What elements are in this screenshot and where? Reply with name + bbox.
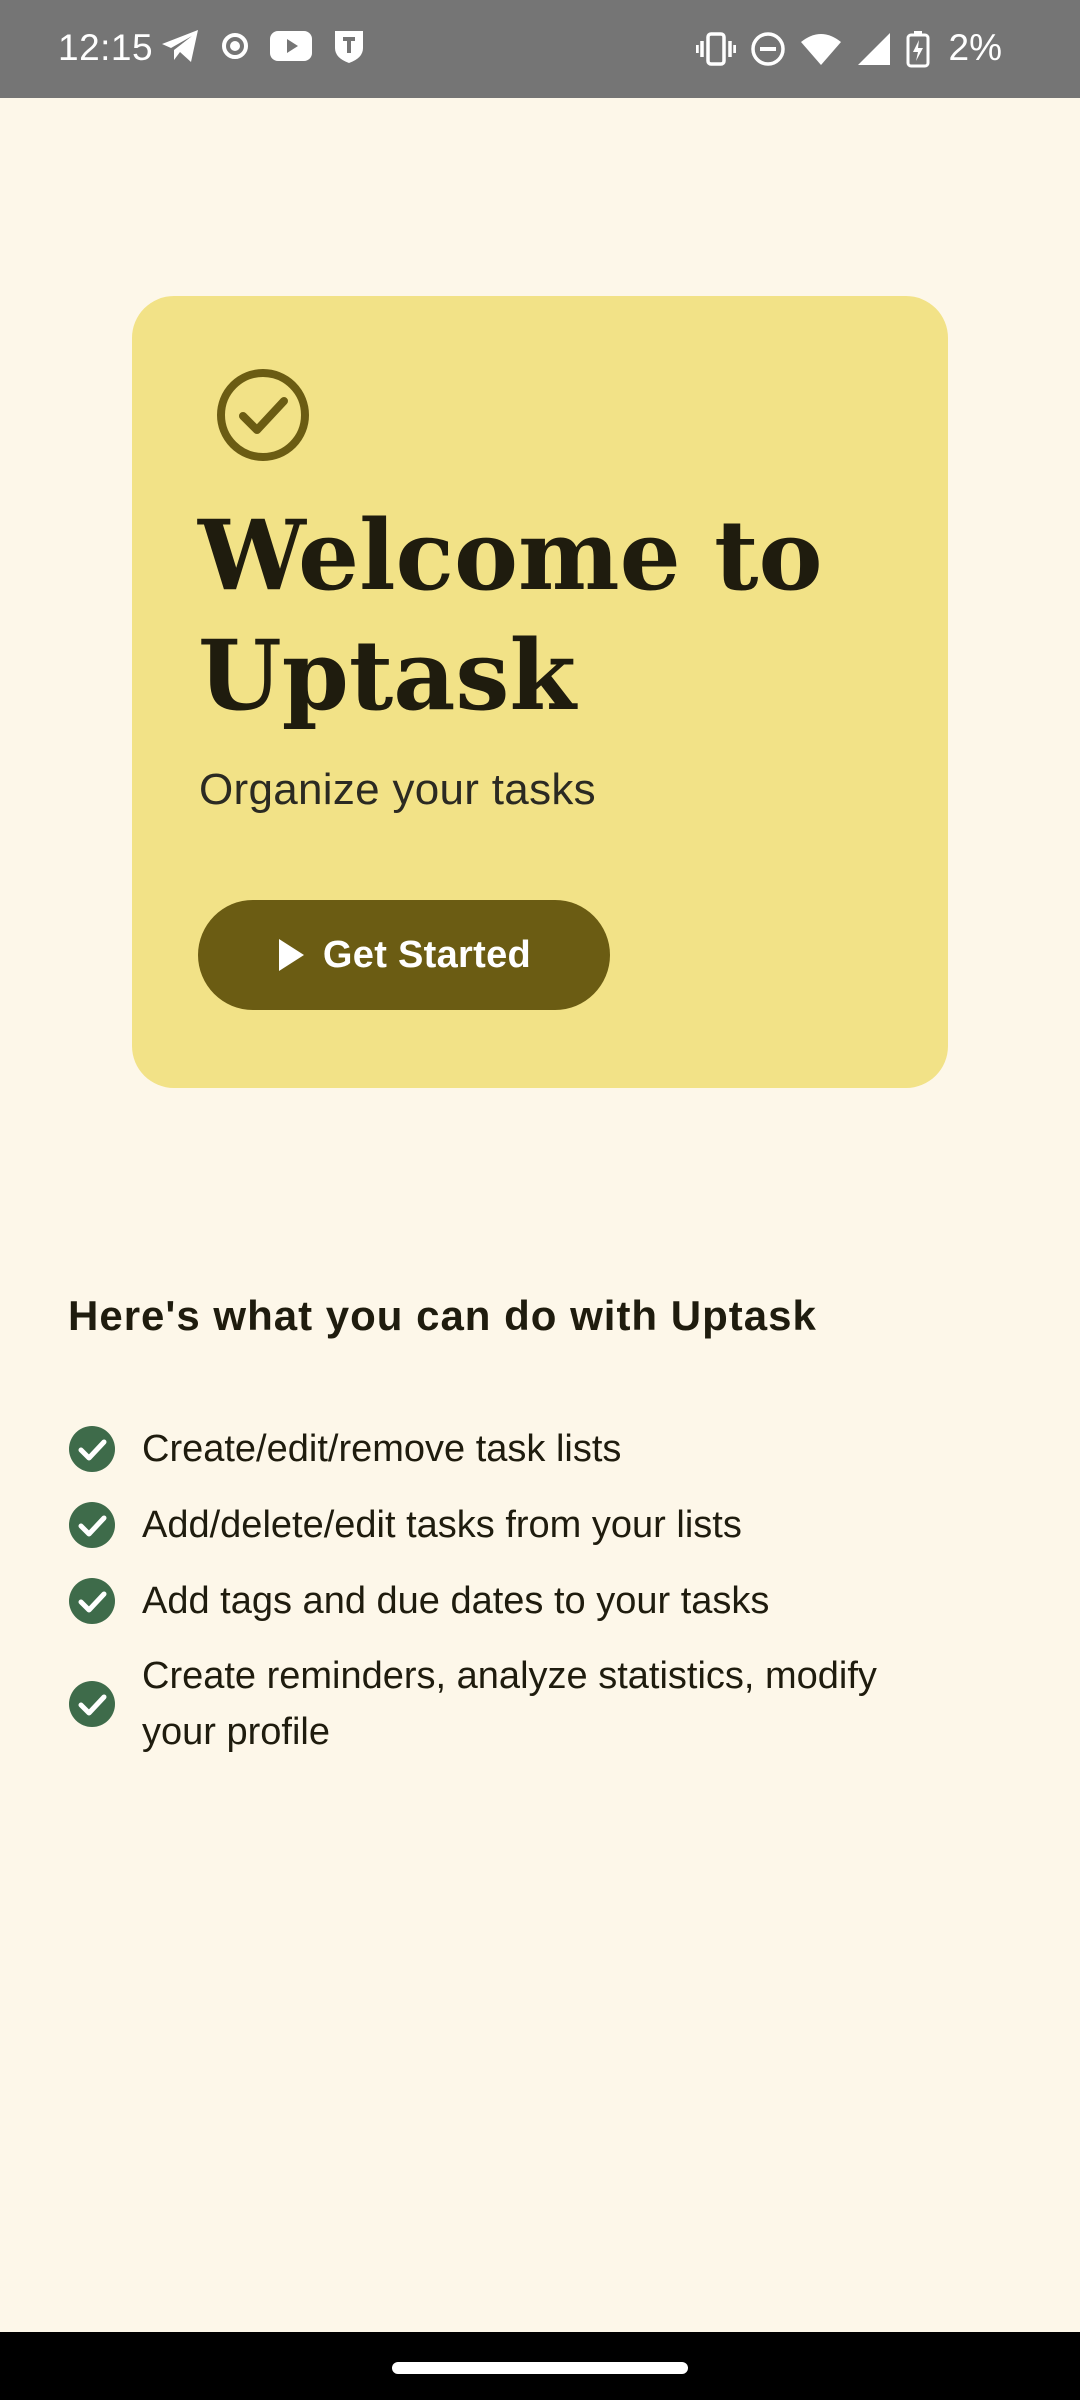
page-title: Welcome to Uptask (198, 499, 823, 732)
do-not-disturb-icon (750, 31, 786, 67)
feature-list: Create/edit/remove task lists Add/delete… (68, 1420, 968, 1778)
check-circle-icon (216, 368, 310, 462)
feature-text: Create/edit/remove task lists (142, 1428, 622, 1470)
wifi-icon (800, 32, 842, 66)
check-circle-filled-icon (68, 1577, 116, 1625)
notification-icons (160, 28, 386, 64)
feature-item: Create reminders, analyze statistics, mo… (68, 1648, 968, 1760)
play-icon (277, 938, 305, 972)
feature-text: Add/delete/edit tasks from your lists (142, 1504, 742, 1546)
status-bar: 12:15 2% (0, 0, 1080, 98)
check-circle-filled-icon (68, 1425, 116, 1473)
record-icon (220, 31, 250, 61)
get-started-label: Get Started (322, 933, 532, 976)
youtube-icon (270, 31, 312, 61)
battery-charging-icon (906, 30, 930, 68)
battery-percent: 2% (948, 27, 1002, 68)
home-gesture-handle[interactable] (392, 2362, 688, 2374)
vibrate-icon (696, 32, 736, 66)
feature-item: Add tags and due dates to your tasks (68, 1572, 968, 1630)
get-started-button[interactable]: Get Started (198, 900, 610, 1010)
signal-icon (856, 32, 892, 66)
welcome-card: Welcome to Uptask Organize your tasks Ge… (132, 296, 948, 1088)
feature-item: Create/edit/remove task lists (68, 1420, 968, 1478)
check-circle-filled-icon (68, 1680, 116, 1728)
feature-item: Add/delete/edit tasks from your lists (68, 1496, 968, 1554)
shield-t-icon (332, 28, 366, 64)
features-heading: Here's what you can do with Uptask (68, 1292, 817, 1339)
status-time: 12:15 (58, 27, 154, 68)
navigation-bar (0, 2332, 1080, 2400)
page-subtitle: Organize your tasks (199, 765, 596, 814)
telegram-icon (160, 28, 200, 64)
feature-text: Create reminders, analyze statistics, mo… (142, 1655, 877, 1753)
system-icons (682, 30, 930, 68)
feature-text: Add tags and due dates to your tasks (142, 1580, 770, 1622)
check-circle-filled-icon (68, 1501, 116, 1549)
